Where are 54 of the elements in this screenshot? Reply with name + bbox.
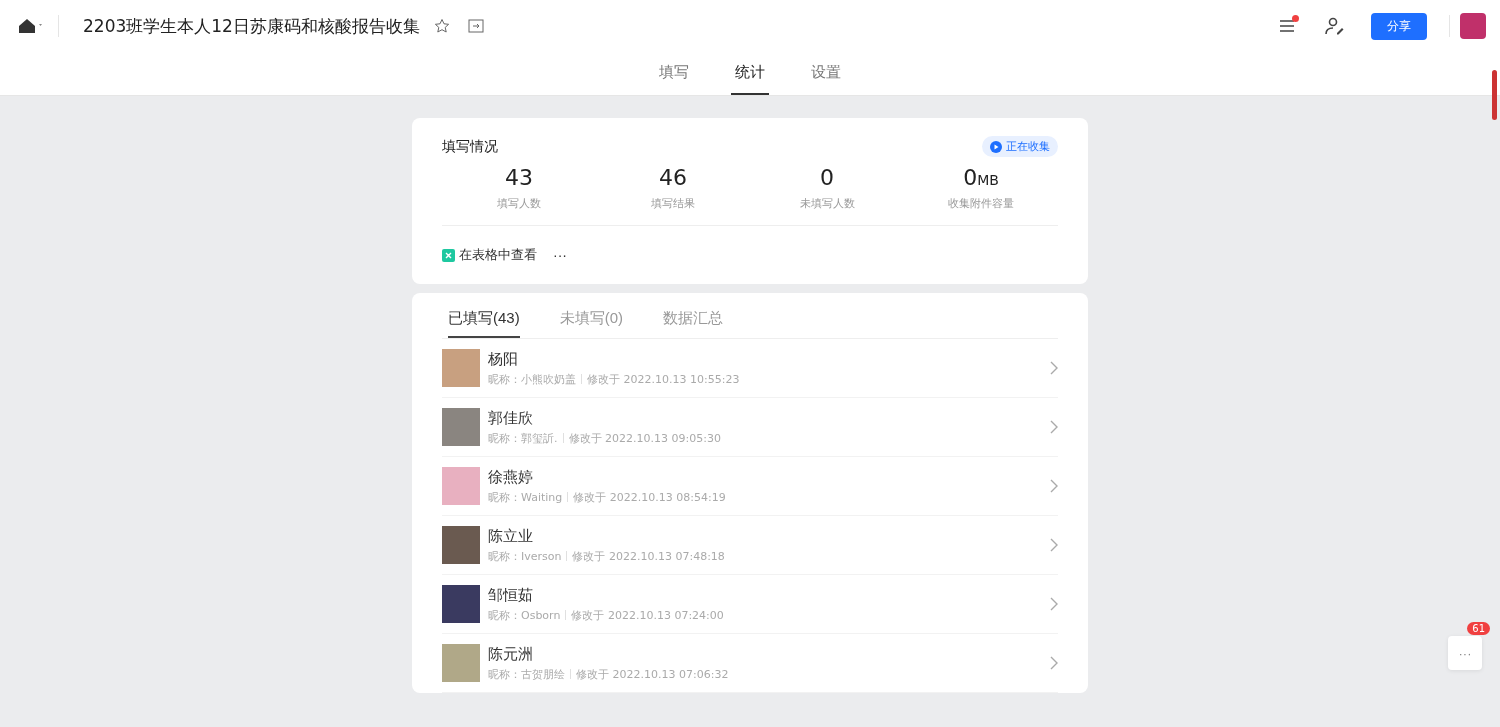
response-row[interactable]: 徐燕婷 昵称：Waiting 修改于 2022.10.13 08:54:19 bbox=[442, 457, 1058, 516]
nickname-text: 昵称：Iverson bbox=[488, 548, 562, 564]
view-tab[interactable]: 统计 bbox=[731, 52, 769, 95]
sheet-icon bbox=[442, 248, 455, 262]
stat-value: 43 bbox=[505, 165, 533, 190]
menu-icon[interactable] bbox=[1279, 19, 1295, 33]
respondent-name: 徐燕婷 bbox=[488, 467, 534, 487]
nickname-text: 昵称：Osborn bbox=[488, 607, 561, 623]
view-in-sheet-link[interactable]: 在表格中查看 bbox=[442, 246, 537, 264]
card-title: 填写情况 bbox=[442, 137, 498, 156]
chevron-right-icon bbox=[1050, 361, 1058, 375]
stat-label: 填写结果 bbox=[651, 196, 695, 211]
chevron-right-icon bbox=[1050, 479, 1058, 493]
stat-label: 填写人数 bbox=[497, 196, 541, 211]
chevron-right-icon bbox=[1050, 538, 1058, 552]
modified-time: 修改于 2022.10.13 10:55:23 bbox=[587, 371, 740, 387]
respondent-name: 陈立业 bbox=[488, 526, 534, 546]
document-title: 2203班学生本人12日苏康码和核酸报告收集 bbox=[83, 14, 420, 38]
share-button[interactable]: 分享 bbox=[1371, 12, 1427, 40]
modified-time: 修改于 2022.10.13 08:54:19 bbox=[573, 489, 726, 505]
nickname-text: 昵称：Waiting bbox=[488, 489, 563, 505]
response-row[interactable]: 郭佳欣 昵称：郭玺訢. 修改于 2022.10.13 09:05:30 bbox=[442, 398, 1058, 457]
stat-label: 未填写人数 bbox=[799, 196, 855, 211]
view-tab[interactable]: 设置 bbox=[807, 52, 845, 95]
play-icon bbox=[990, 140, 1002, 153]
respondent-name: 郭佳欣 bbox=[488, 408, 534, 428]
stat-value: 0 bbox=[820, 165, 834, 190]
chevron-right-icon bbox=[1050, 420, 1058, 434]
list-tab[interactable]: 已填写(43) bbox=[448, 309, 520, 338]
status-tag[interactable]: 正在收集 bbox=[982, 136, 1058, 157]
stat-value: 46 bbox=[659, 165, 687, 190]
modified-time: 修改于 2022.10.13 09:05:30 bbox=[568, 430, 721, 446]
more-button[interactable]: ··· bbox=[547, 246, 573, 264]
stat-label: 收集附件容量 bbox=[948, 196, 1014, 211]
respondent-name: 邹恒茹 bbox=[488, 585, 534, 605]
response-row[interactable]: 陈元洲 昵称：古贺朋绘 修改于 2022.10.13 07:06:32 bbox=[442, 634, 1058, 693]
stat-value: 0MB bbox=[963, 165, 999, 190]
nickname-text: 昵称：小熊吹奶盖 bbox=[488, 371, 576, 387]
response-row[interactable]: 陈立业 昵称：Iverson 修改于 2022.10.13 07:48:18 bbox=[442, 516, 1058, 575]
modified-time: 修改于 2022.10.13 07:48:18 bbox=[572, 548, 725, 564]
modified-time: 修改于 2022.10.13 07:06:32 bbox=[576, 666, 729, 682]
more-floating-button[interactable]: ··· bbox=[1448, 636, 1482, 670]
respondent-name: 杨阳 bbox=[488, 349, 519, 369]
view-tab[interactable]: 填写 bbox=[655, 52, 693, 95]
respondent-name: 陈元洲 bbox=[488, 644, 534, 664]
modified-time: 修改于 2022.10.13 07:24:00 bbox=[571, 607, 724, 623]
count-badge: 61 bbox=[1467, 622, 1490, 635]
response-row[interactable]: 邹恒茹 昵称：Osborn 修改于 2022.10.13 07:24:00 bbox=[442, 575, 1058, 634]
chevron-right-icon bbox=[1050, 656, 1058, 670]
nickname-text: 昵称：郭玺訢. bbox=[488, 430, 558, 446]
chevron-right-icon bbox=[1050, 597, 1058, 611]
nickname-text: 昵称：古贺朋绘 bbox=[488, 666, 565, 682]
scrollbar[interactable] bbox=[1492, 70, 1497, 120]
response-row[interactable]: 杨阳 昵称：小熊吹奶盖 修改于 2022.10.13 10:55:23 bbox=[442, 339, 1058, 398]
